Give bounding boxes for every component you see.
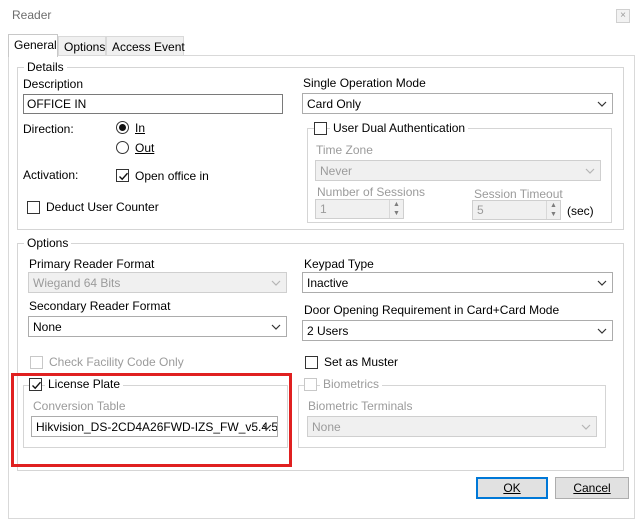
cancel-button-label: Cancel xyxy=(573,481,611,495)
ok-button-label: OK xyxy=(503,481,521,495)
tab-access-event[interactable]: Access Event xyxy=(106,36,185,56)
biometrics-checkbox[interactable] xyxy=(304,378,317,391)
single-operation-mode-label: Single Operation Mode xyxy=(303,76,426,90)
session-timeout-unit: (sec) xyxy=(567,204,594,218)
set-as-muster-label: Set as Muster xyxy=(324,355,399,369)
time-zone-select[interactable]: Never xyxy=(315,160,601,181)
tab-access-event-label: Access Event xyxy=(112,40,185,54)
chevron-down-icon xyxy=(271,324,281,330)
license-plate-label: License Plate xyxy=(45,377,124,391)
checkmark-icon xyxy=(32,381,42,390)
check-facility-code-label: Check Facility Code Only xyxy=(49,355,184,369)
user-dual-auth-checkbox[interactable] xyxy=(314,122,327,135)
biometric-terminals-label: Biometric Terminals xyxy=(308,399,413,413)
description-label: Description xyxy=(23,77,84,91)
direction-out-label: Out xyxy=(135,141,155,155)
secondary-reader-format-select[interactable]: None xyxy=(28,316,287,337)
chevron-down-icon xyxy=(585,168,595,174)
spin-buttons[interactable]: ▲ ▼ xyxy=(546,201,560,219)
direction-in-radio[interactable] xyxy=(116,121,129,134)
spin-down-icon[interactable]: ▼ xyxy=(547,210,560,219)
session-timeout-value: 5 xyxy=(477,203,484,217)
tab-options[interactable]: Options xyxy=(58,36,106,56)
user-dual-auth-label: User Dual Authentication xyxy=(330,121,469,135)
tab-general-label: General xyxy=(14,38,57,52)
deduct-user-counter-checkbox[interactable] xyxy=(27,201,40,214)
checkmark-icon xyxy=(119,172,129,181)
ok-button[interactable]: OK xyxy=(476,477,548,499)
time-zone-label: Time Zone xyxy=(316,143,373,157)
primary-reader-format-value: Wiegand 64 Bits xyxy=(33,276,121,290)
direction-label: Direction: xyxy=(23,122,74,136)
biometric-terminals-select[interactable]: None xyxy=(307,416,597,437)
primary-reader-format-label: Primary Reader Format xyxy=(29,257,155,271)
number-of-sessions-label: Number of Sessions xyxy=(317,185,426,199)
time-zone-value: Never xyxy=(320,164,353,178)
spin-buttons[interactable]: ▲ ▼ xyxy=(389,200,403,218)
single-operation-mode-value: Card Only xyxy=(307,97,362,111)
chevron-down-icon xyxy=(597,101,607,107)
spin-up-icon[interactable]: ▲ xyxy=(390,200,403,209)
close-icon: × xyxy=(620,10,626,21)
door-opening-requirement-value: 2 Users xyxy=(307,324,349,338)
chevron-down-icon xyxy=(597,328,607,334)
door-opening-requirement-select[interactable]: 2 Users xyxy=(302,320,613,341)
direction-out-radio[interactable] xyxy=(116,141,129,154)
door-opening-requirement-label: Door Opening Requirement in Card+Card Mo… xyxy=(304,303,560,317)
session-timeout-stepper[interactable]: 5 ▲ ▼ xyxy=(472,200,561,220)
deduct-user-counter-label: Deduct User Counter xyxy=(46,200,159,214)
set-as-muster-checkbox[interactable] xyxy=(305,356,318,369)
tab-options-label: Options xyxy=(64,40,106,54)
number-of-sessions-value: 1 xyxy=(320,202,327,216)
cancel-button[interactable]: Cancel xyxy=(555,477,629,499)
activation-checkbox-label: Open office in xyxy=(135,169,209,183)
chevron-down-icon xyxy=(597,280,607,286)
options-legend: Options xyxy=(24,236,72,250)
radio-selected-dot xyxy=(119,124,126,131)
spin-up-icon[interactable]: ▲ xyxy=(547,201,560,210)
secondary-reader-format-value: None xyxy=(33,320,62,334)
chevron-down-icon xyxy=(581,424,591,430)
session-timeout-label: Session Timeout xyxy=(474,187,563,201)
keypad-type-value: Inactive xyxy=(307,276,349,290)
title-bar: Reader × xyxy=(0,0,642,30)
activation-label: Activation: xyxy=(23,168,79,182)
tab-general[interactable]: General xyxy=(8,34,58,57)
description-input[interactable] xyxy=(23,94,283,114)
primary-reader-format-select[interactable]: Wiegand 64 Bits xyxy=(28,272,287,293)
chevron-down-icon xyxy=(271,280,281,286)
details-legend: Details xyxy=(24,60,67,74)
single-operation-mode-select[interactable]: Card Only xyxy=(302,93,613,114)
biometric-terminals-value: None xyxy=(312,420,341,434)
keypad-type-select[interactable]: Inactive xyxy=(302,272,613,293)
keypad-type-label: Keypad Type xyxy=(304,257,374,271)
biometrics-label: Biometrics xyxy=(320,377,383,391)
direction-in-label: In xyxy=(135,121,146,135)
number-of-sessions-stepper[interactable]: 1 ▲ ▼ xyxy=(315,199,404,219)
close-button[interactable]: × xyxy=(616,9,630,23)
window-title: Reader xyxy=(12,8,52,22)
secondary-reader-format-label: Secondary Reader Format xyxy=(29,299,171,313)
spin-down-icon[interactable]: ▼ xyxy=(390,209,403,218)
activation-checkbox[interactable] xyxy=(116,169,129,182)
check-facility-code-checkbox[interactable] xyxy=(30,356,43,369)
license-plate-checkbox[interactable] xyxy=(29,378,42,391)
